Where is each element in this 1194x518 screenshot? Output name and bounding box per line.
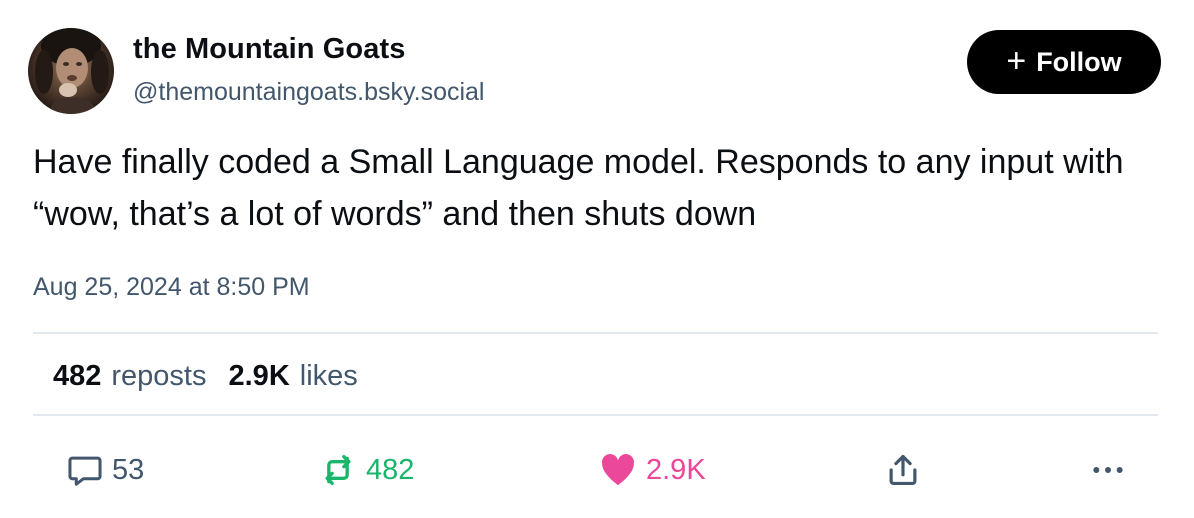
avatar[interactable] [28, 28, 114, 114]
heart-icon [601, 454, 635, 485]
divider [33, 414, 1158, 416]
plus-icon: + [1006, 41, 1027, 80]
repost-icon [325, 455, 351, 485]
reply-count: 53 [112, 453, 145, 486]
share-button[interactable] [884, 448, 922, 492]
share-icon [889, 454, 917, 486]
repost-button[interactable]: 482 [318, 448, 414, 492]
author-handle[interactable]: @themountaingoats.bsky.social [133, 78, 485, 107]
follow-button[interactable]: + Follow [967, 30, 1161, 94]
post-stats: 482 reposts 2.9K likes [53, 360, 358, 393]
repost-count: 482 [366, 453, 415, 486]
author-display-name[interactable]: the Mountain Goats [133, 33, 405, 66]
like-button[interactable]: 2.9K [598, 448, 706, 492]
post-actions: 53 482 2.9K [0, 448, 1194, 492]
avatar-image [35, 28, 109, 114]
likes-count[interactable]: 2.9K [229, 360, 290, 393]
like-count: 2.9K [646, 453, 706, 486]
likes-label[interactable]: likes [300, 360, 358, 393]
post-text: Have finally coded a Small Language mode… [33, 143, 1124, 233]
reposts-label[interactable]: reposts [111, 360, 206, 393]
reply-button[interactable]: 53 [66, 448, 144, 492]
post-timestamp: Aug 25, 2024 at 8:50 PM [33, 273, 310, 301]
more-dots-icon [1093, 467, 1123, 473]
follow-button-label: Follow [1036, 46, 1122, 77]
reply-bubble-icon [68, 456, 102, 486]
more-options-button[interactable] [1088, 448, 1128, 492]
reposts-count[interactable]: 482 [53, 360, 101, 393]
divider [33, 332, 1158, 334]
